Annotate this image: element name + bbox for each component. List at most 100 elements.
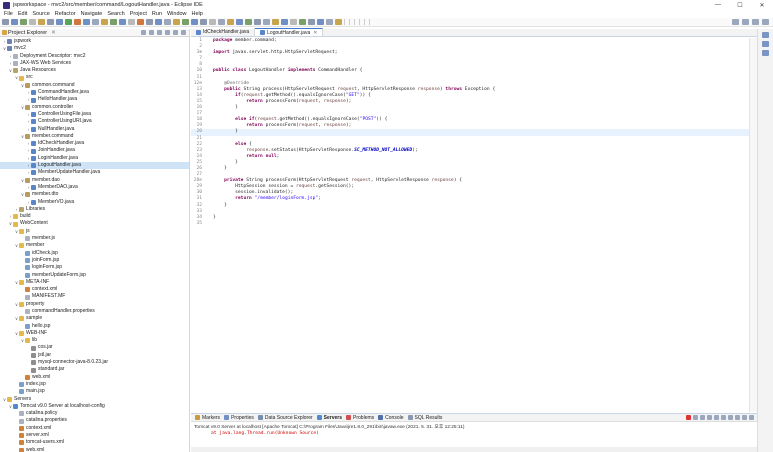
tree-item[interactable]: ∨ member.dao: [0, 177, 189, 184]
bottom-tab[interactable]: Problems: [346, 415, 374, 421]
tree-item[interactable]: › LoginHandler.java: [0, 155, 189, 162]
collapse-all-icon[interactable]: [141, 30, 146, 35]
tree-item[interactable]: ∨ member.dto: [0, 191, 189, 198]
tree-item[interactable]: context.xml: [0, 286, 189, 293]
tree-item[interactable]: joinForm.jsp: [0, 257, 189, 264]
tree-item[interactable]: ∨ META-INF: [0, 279, 189, 286]
tree-item[interactable]: › JoinHandler.java: [0, 147, 189, 154]
tree-item[interactable]: › Libraries: [0, 206, 189, 213]
minimize-view-icon[interactable]: [173, 30, 178, 35]
toolbar-button-icon[interactable]: [191, 19, 198, 25]
toolbar-button-icon[interactable]: [119, 19, 126, 25]
toolbar-button-icon[interactable]: [29, 19, 36, 25]
toolbar-button-icon[interactable]: [281, 19, 288, 25]
remove-launch-icon[interactable]: [693, 415, 698, 420]
tree-item[interactable]: › NullHandler.java: [0, 126, 189, 133]
tree-item[interactable]: › CommandHandler.java: [0, 89, 189, 96]
bottom-tab[interactable]: SQL Results: [407, 415, 442, 421]
toolbar-button-icon[interactable]: [110, 19, 117, 25]
tree-item[interactable]: web.xml: [0, 447, 189, 452]
tree-item[interactable]: › jspwork: [0, 38, 189, 45]
maximize-button[interactable]: ☐: [729, 0, 751, 10]
clear-console-icon[interactable]: [700, 415, 705, 420]
tree-item[interactable]: ∨ Java Resources: [0, 67, 189, 74]
tree-item[interactable]: › MemberDAO.java: [0, 184, 189, 191]
maximize-view-icon[interactable]: [181, 30, 186, 35]
toolbar-button-icon[interactable]: [101, 19, 108, 25]
tree-item[interactable]: ∨ Tomcat v9.0 Server at localhost-config: [0, 403, 189, 410]
tree-item[interactable]: › ControllerUsingFile.java: [0, 111, 189, 118]
bottom-tab[interactable]: Properties: [224, 415, 254, 421]
toolbar-button-icon[interactable]: [2, 19, 9, 25]
tree-item[interactable]: › ControllerUsingURI.java: [0, 118, 189, 125]
bottom-tab[interactable]: Console: [378, 415, 404, 421]
outline-icon[interactable]: [762, 32, 769, 38]
toolbar-button-icon[interactable]: [272, 19, 279, 25]
tree-item[interactable]: tomcat-users.xml: [0, 439, 189, 446]
tree-item[interactable]: › IdCheckHandler.java: [0, 140, 189, 147]
tree-item[interactable]: ∨ common.command: [0, 82, 189, 89]
tree-item[interactable]: catalina.policy: [0, 410, 189, 417]
toolbar-button-icon[interactable]: [11, 19, 18, 25]
tree-item[interactable]: › LogoutHandler.java: [0, 162, 189, 170]
toolbar-button-icon[interactable]: [209, 19, 216, 25]
toolbar-button-icon[interactable]: [92, 19, 99, 25]
toolbar-button-icon[interactable]: [326, 19, 333, 25]
toolbar-button-icon[interactable]: [236, 19, 243, 25]
toolbar-button-icon[interactable]: [227, 19, 234, 25]
open-console-icon[interactable]: [735, 415, 740, 420]
explorer-close-icon[interactable]: ✕: [51, 30, 56, 36]
tree-item[interactable]: › JAX-WS Web Services: [0, 60, 189, 67]
toolbar-button-icon[interactable]: [299, 19, 306, 25]
tree-item[interactable]: ∨ property: [0, 301, 189, 308]
toolbar-button-icon[interactable]: [146, 19, 153, 25]
menu-refactor[interactable]: Refactor: [55, 11, 76, 17]
toolbar-button-icon[interactable]: [308, 19, 315, 25]
close-button[interactable]: ✕: [751, 0, 773, 10]
tab-close-icon[interactable]: ✕: [313, 30, 317, 36]
tree-item[interactable]: member.js: [0, 235, 189, 242]
menu-run[interactable]: Run: [152, 11, 162, 17]
palette-icon[interactable]: [762, 50, 769, 56]
toolbar-button-icon[interactable]: [38, 19, 45, 25]
toolbar-button-icon[interactable]: [173, 19, 180, 25]
tree-item[interactable]: mysql-connector-java-8.0.23.jar: [0, 359, 189, 366]
terminate-icon[interactable]: [686, 415, 691, 420]
toolbar-button-icon[interactable]: [200, 19, 207, 25]
tree-item[interactable]: memberUpdateForm.jsp: [0, 272, 189, 279]
menu-edit[interactable]: Edit: [18, 11, 27, 17]
tree-item[interactable]: cos.jar: [0, 344, 189, 351]
toolbar-button-icon[interactable]: [83, 19, 90, 25]
java-ee-perspective-icon[interactable]: [752, 19, 759, 25]
toolbar-button-icon[interactable]: [182, 19, 189, 25]
tree-item[interactable]: idCheck.jsp: [0, 250, 189, 257]
maximize-panel-icon[interactable]: [749, 415, 754, 420]
tree-item[interactable]: catalina.properties: [0, 417, 189, 424]
filter-icon[interactable]: [157, 30, 162, 35]
word-wrap-icon[interactable]: [714, 415, 719, 420]
search-icon[interactable]: [732, 19, 739, 25]
tree-item[interactable]: › HelloHandler.java: [0, 96, 189, 103]
console-hscrollbar[interactable]: [191, 447, 757, 452]
menu-project[interactable]: Project: [130, 11, 147, 17]
tree-item[interactable]: loginForm.jsp: [0, 264, 189, 271]
code-line[interactable]: 35: [191, 221, 757, 227]
tree-item[interactable]: ∨ common.controller: [0, 104, 189, 111]
tree-item[interactable]: ∨ mvc2: [0, 45, 189, 52]
task-list-icon[interactable]: [762, 41, 769, 47]
toolbar-button-icon[interactable]: [128, 19, 135, 25]
view-menu-icon[interactable]: [165, 30, 170, 35]
tree-item[interactable]: MANIFEST.MF: [0, 293, 189, 300]
tree-item[interactable]: › build: [0, 213, 189, 220]
tree-item[interactable]: › MemberVO.java: [0, 199, 189, 206]
tree-item[interactable]: jstl.jar: [0, 352, 189, 359]
tree-item[interactable]: ∨ Servers: [0, 396, 189, 403]
menu-source[interactable]: Source: [32, 11, 49, 17]
bottom-tab[interactable]: Servers: [316, 415, 342, 421]
tree-item[interactable]: main.jsp: [0, 388, 189, 395]
tree-item[interactable]: server.xml: [0, 432, 189, 439]
menu-file[interactable]: File: [4, 11, 13, 17]
bottom-tab[interactable]: Markers: [195, 415, 220, 421]
tree-item[interactable]: ∨ src: [0, 74, 189, 81]
toolbar-button-icon[interactable]: [245, 19, 252, 25]
